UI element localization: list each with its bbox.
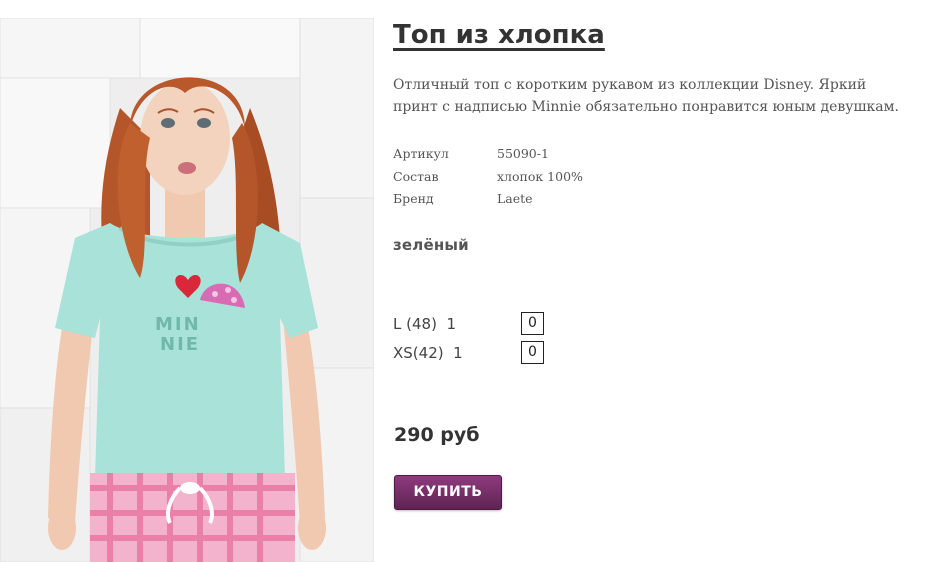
product-details: Топ из хлопка Отличный топ с коротким ру… bbox=[393, 18, 913, 254]
product-price: 290 руб bbox=[394, 424, 480, 446]
product-title: Топ из хлопка bbox=[393, 20, 605, 50]
buy-button[interactable]: КУПИТЬ bbox=[394, 475, 502, 510]
product-description: Отличный топ с коротким рукавом из колле… bbox=[393, 77, 899, 115]
size-list: L (48) 1 0 XS(42) 1 0 bbox=[393, 309, 544, 367]
spec-value: Laete bbox=[497, 191, 533, 206]
svg-text:MIN: MIN bbox=[155, 314, 201, 335]
size-row-xs42: XS(42) 1 0 bbox=[393, 338, 544, 367]
spec-row-brand: Бренд Laete bbox=[393, 188, 913, 211]
spec-value: хлопок 100% bbox=[497, 168, 583, 184]
spec-key: Артикул bbox=[393, 146, 449, 161]
model-illustration: MIN NIE bbox=[0, 18, 374, 562]
svg-text:NIE: NIE bbox=[160, 334, 200, 355]
product-photo: MIN NIE bbox=[0, 18, 374, 562]
size-label: XS(42) 1 bbox=[393, 343, 463, 362]
product-color: зелёный bbox=[393, 235, 469, 254]
spec-row-composition: Состав хлопок 100% bbox=[393, 166, 913, 189]
quantity-input[interactable]: 0 bbox=[521, 312, 544, 335]
spec-row-article: Артикул 55090-1 bbox=[393, 143, 913, 166]
spec-value: 55090-1 bbox=[497, 146, 549, 161]
size-label: L (48) 1 bbox=[393, 314, 456, 333]
spec-key: Состав bbox=[393, 168, 439, 184]
quantity-input[interactable]: 0 bbox=[521, 341, 544, 364]
spec-key: Бренд bbox=[393, 191, 434, 206]
size-row-l48: L (48) 1 0 bbox=[393, 309, 544, 338]
spec-table: Артикул 55090-1 Состав хлопок 100% Бренд… bbox=[393, 143, 913, 211]
